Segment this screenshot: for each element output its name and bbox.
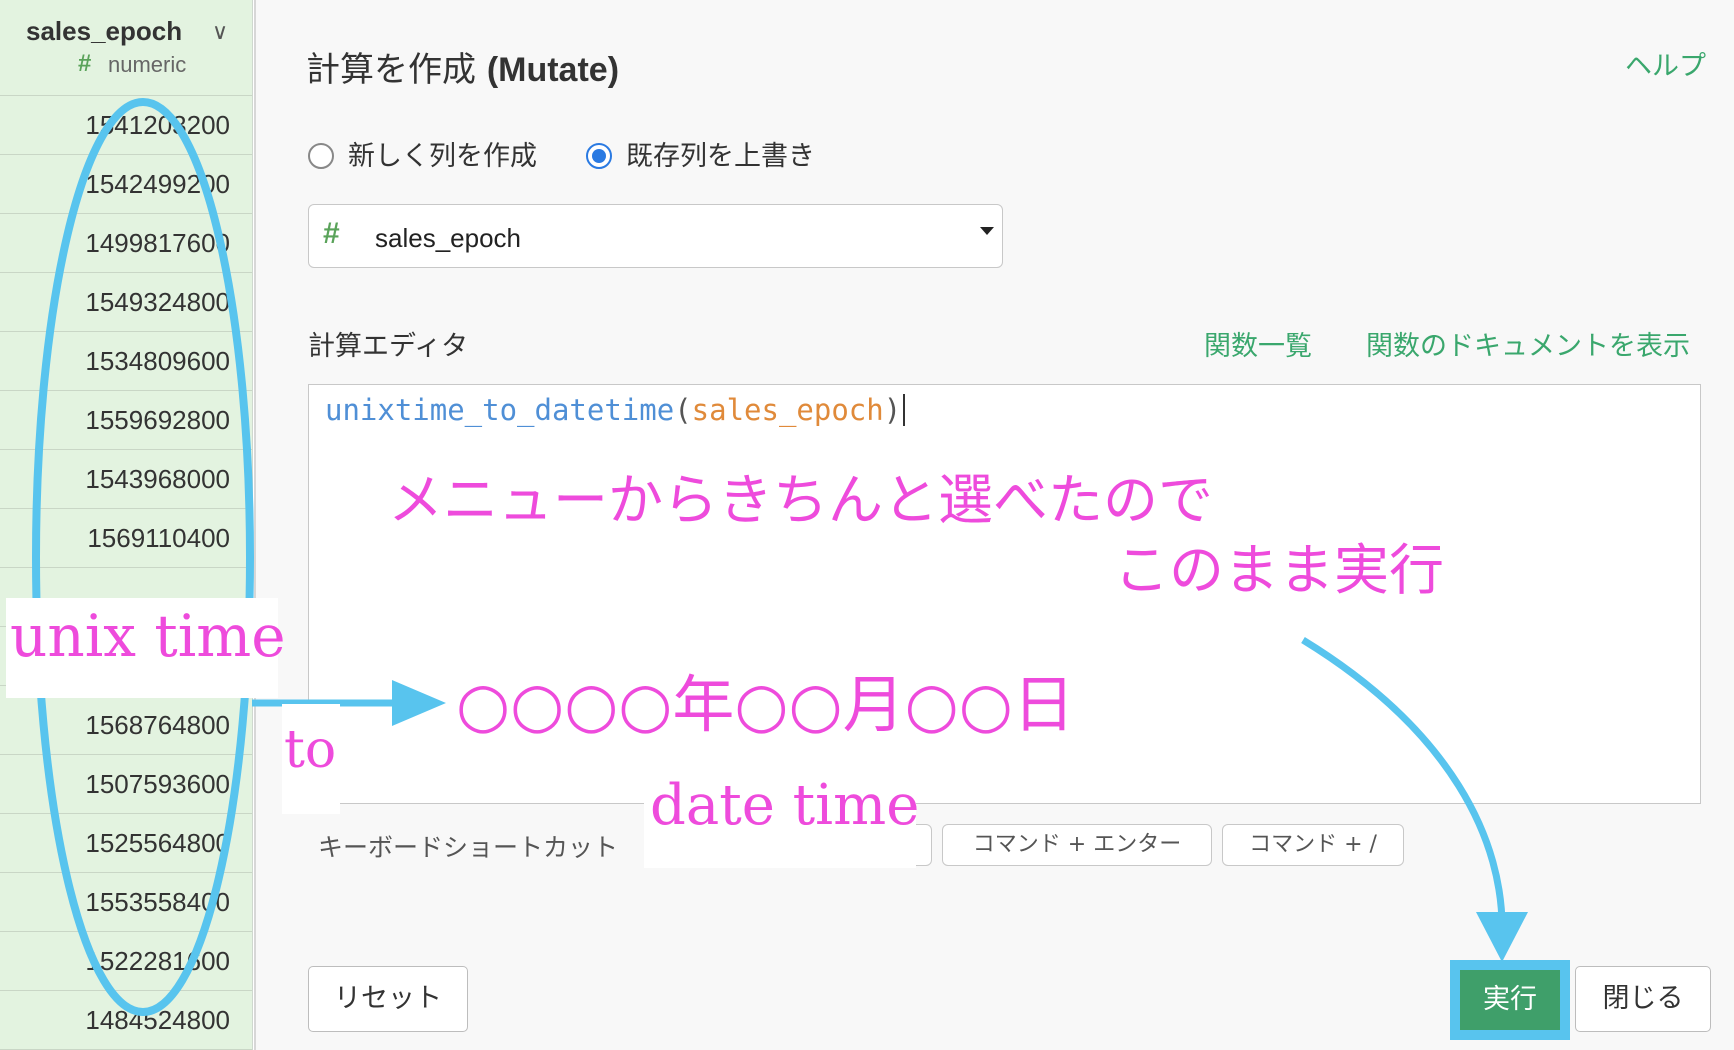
shortcut-key: コマンド + エンター	[942, 824, 1212, 866]
radio-checked-icon[interactable]	[586, 143, 612, 169]
dialog-title-en: (Mutate)	[486, 51, 620, 89]
code-paren-open: (	[674, 393, 692, 427]
column-header[interactable]: sales_epoch ∨ # numeric	[0, 0, 252, 96]
function-docs-link[interactable]: 関数のドキュメントを表示	[1366, 324, 1690, 363]
code-line[interactable]: unixtime_to_datetime(sales_epoch)	[325, 393, 906, 427]
dialog-title-jp: 計算を作成	[306, 50, 476, 90]
dialog-title: 計算を作成 (Mutate)	[306, 42, 619, 91]
column-cell: 1569110400	[0, 509, 252, 568]
mutate-dialog: 計算を作成 (Mutate) ヘルプ 新しく列を作成 既存列を上書き # sal…	[254, 0, 1734, 1050]
keyboard-shortcut-label: キーボードショートカット	[318, 833, 619, 862]
run-button[interactable]: 実行	[1460, 970, 1560, 1030]
code-argument: sales_epoch	[691, 393, 884, 427]
code-paren-close: )	[883, 393, 902, 427]
column-cell: 1541203200	[0, 96, 252, 155]
editor-label: 計算エディタ	[308, 331, 469, 362]
column-cell: 1543968000	[0, 450, 252, 509]
code-function: unixtime_to_datetime	[325, 393, 675, 427]
radio-label: 新しく列を作成	[348, 141, 537, 172]
reset-button[interactable]: リセット	[308, 966, 468, 1032]
close-button[interactable]: 閉じる	[1575, 966, 1711, 1032]
text-cursor	[903, 394, 906, 426]
column-cell: 1534809600	[0, 332, 252, 391]
shortcut-key: コマンド + /	[1222, 824, 1404, 866]
column-cell: 1507593600	[0, 755, 252, 814]
column-cell: 1542499200	[0, 155, 252, 214]
column-type: numeric	[108, 52, 187, 77]
shortcut-key: プ	[816, 824, 932, 866]
radio-unchecked-icon[interactable]	[308, 143, 334, 169]
dropdown-caret-icon[interactable]	[980, 227, 994, 235]
function-list-link[interactable]: 関数一覧	[1204, 324, 1312, 363]
radio-new-column[interactable]: 新しく列を作成	[308, 134, 537, 173]
column-cell: 1559692800	[0, 391, 252, 450]
column-cell	[0, 627, 252, 686]
radio-overwrite-column[interactable]: 既存列を上書き	[586, 134, 815, 173]
numeric-type-icon: #	[323, 217, 340, 250]
column-cell	[0, 568, 252, 627]
selected-column: sales_epoch	[375, 223, 521, 253]
column-cell: 1568764800	[0, 696, 252, 755]
numeric-type-icon: #	[78, 50, 92, 77]
column-cell: 1484524800	[0, 991, 252, 1050]
column-cell: 1499817600	[0, 214, 252, 273]
data-column: sales_epoch ∨ # numeric 1541203200 15424…	[0, 0, 253, 1050]
column-cell: 1525564800	[0, 814, 252, 873]
help-link[interactable]: ヘルプ	[1625, 44, 1706, 83]
column-cell: 1522281600	[0, 932, 252, 991]
code-editor[interactable]: unixtime_to_datetime(sales_epoch)	[308, 384, 1701, 804]
column-cell: 1549324800	[0, 273, 252, 332]
column-name: sales_epoch	[26, 16, 183, 46]
radio-label: 既存列を上書き	[626, 141, 815, 172]
column-cell: 1553558400	[0, 873, 252, 932]
column-select[interactable]: # sales_epoch	[308, 204, 1003, 268]
chevron-down-icon[interactable]: ∨	[212, 20, 228, 45]
